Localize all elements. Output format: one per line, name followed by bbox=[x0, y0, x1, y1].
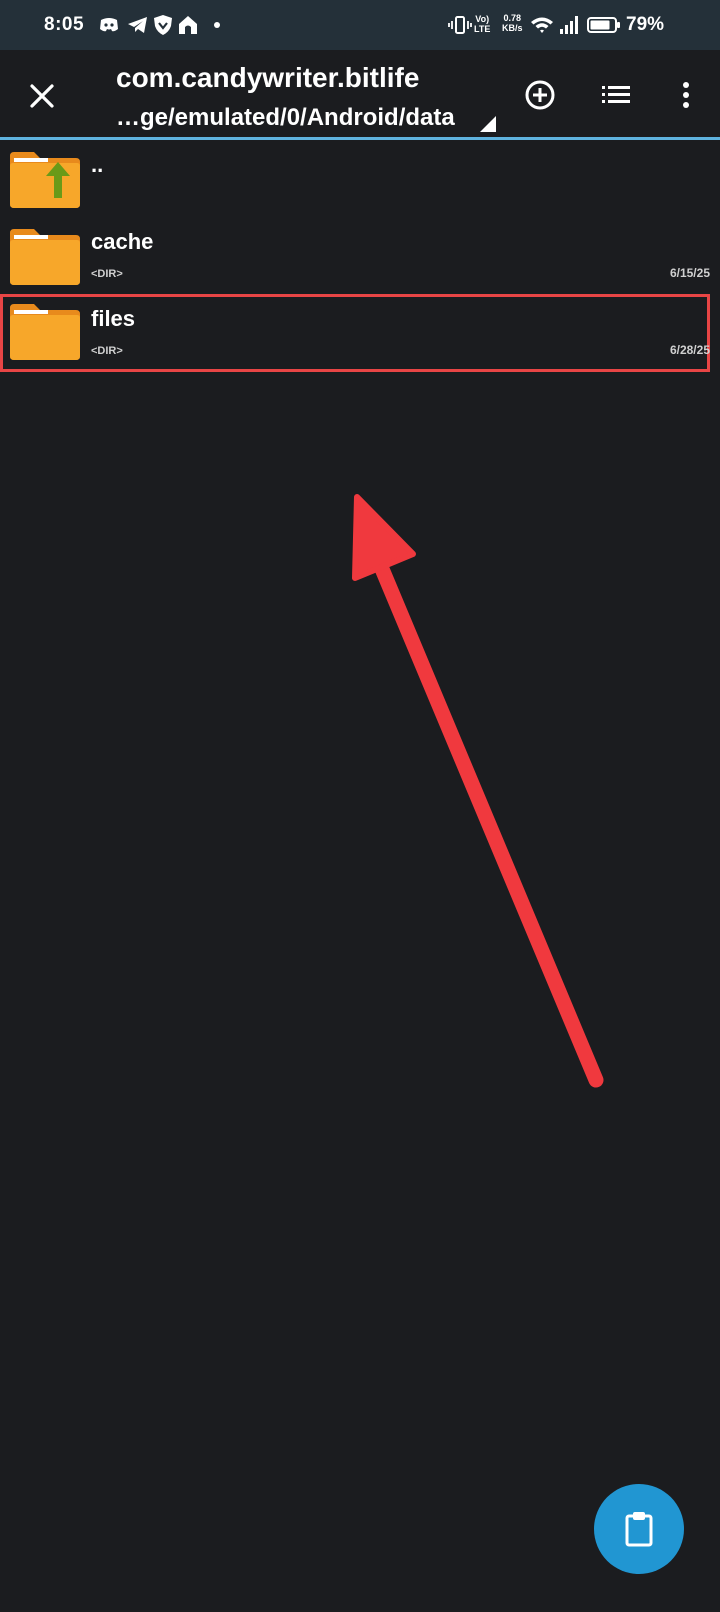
list-view-icon[interactable] bbox=[596, 75, 636, 115]
folder-icon bbox=[10, 304, 80, 360]
status-bar: 8:05 Vo) LTE 0.78 KB/s 79% bbox=[0, 0, 720, 50]
volte-label: Vo) bbox=[475, 14, 490, 24]
vibrate-icon bbox=[448, 16, 472, 34]
close-icon[interactable] bbox=[22, 76, 62, 116]
shield-icon bbox=[154, 15, 172, 35]
lte-label: LTE bbox=[474, 24, 491, 34]
signal-icon bbox=[560, 16, 578, 34]
battery-icon bbox=[587, 17, 620, 33]
folder-up-icon bbox=[10, 152, 80, 208]
telegram-icon bbox=[128, 17, 147, 33]
add-circle-icon[interactable] bbox=[520, 75, 560, 115]
list-item-files[interactable]: files <DIR> 6/28/25 bbox=[0, 294, 710, 372]
path-dropdown-icon[interactable] bbox=[480, 116, 496, 132]
list-item-cache[interactable]: cache <DIR> 6/15/25 bbox=[0, 219, 710, 297]
paste-fab-button[interactable] bbox=[594, 1484, 684, 1574]
file-name: files bbox=[91, 306, 136, 331]
net-speed-value: 0.78 bbox=[503, 13, 522, 23]
path-breadcrumb[interactable]: …ge/emulated/0/Android/data bbox=[116, 104, 455, 132]
more-vert-icon[interactable] bbox=[666, 75, 706, 115]
net-speed: 0.78 KB/s bbox=[502, 13, 523, 33]
file-date: 6/28/25 bbox=[669, 343, 710, 357]
file-name: cache bbox=[91, 229, 154, 254]
battery-percent: 79% bbox=[626, 14, 665, 35]
list-item-parent[interactable]: .. bbox=[0, 142, 710, 220]
dot-icon bbox=[214, 22, 220, 28]
discord-icon bbox=[100, 18, 118, 32]
clipboard-icon bbox=[625, 1512, 653, 1547]
folder-title: com.candywriter.bitlife bbox=[116, 62, 420, 93]
file-type: <DIR> bbox=[91, 345, 123, 357]
volte-indicator: Vo) LTE bbox=[474, 14, 490, 34]
file-type: <DIR> bbox=[91, 268, 123, 280]
net-speed-unit: KB/s bbox=[502, 23, 523, 33]
folder-icon bbox=[10, 229, 80, 285]
status-time: 8:05 bbox=[44, 14, 85, 35]
home-icon bbox=[179, 16, 197, 34]
file-date: 6/15/25 bbox=[669, 266, 710, 280]
toolbar-divider bbox=[0, 137, 720, 140]
wifi-icon bbox=[531, 17, 553, 33]
file-name: .. bbox=[91, 152, 104, 177]
